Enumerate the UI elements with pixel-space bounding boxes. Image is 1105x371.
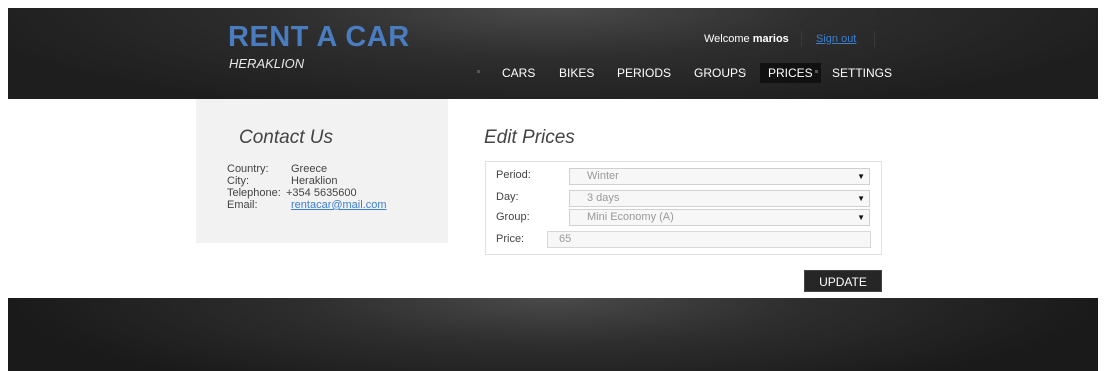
period-value: Winter bbox=[587, 170, 619, 182]
email-label: Email: bbox=[227, 199, 258, 211]
city-label: City: bbox=[227, 175, 249, 187]
nav-separator bbox=[815, 70, 818, 73]
header-divider bbox=[801, 31, 802, 47]
country-value: Greece bbox=[291, 163, 328, 175]
update-button[interactable]: UPDATE bbox=[804, 270, 882, 292]
footer-bar bbox=[8, 298, 1098, 371]
welcome-text: Welcome marios bbox=[704, 33, 789, 45]
day-select[interactable]: 3 days ▼ bbox=[569, 190, 870, 207]
brand-subtitle: HERAKLION bbox=[229, 56, 305, 71]
email-link[interactable]: rentacar@mail.com bbox=[291, 199, 387, 211]
price-value: 65 bbox=[559, 233, 572, 245]
nav-periods[interactable]: PERIODS bbox=[617, 63, 671, 83]
dropdown-arrow-icon: ▼ bbox=[857, 213, 865, 222]
city-value: Heraklion bbox=[291, 175, 338, 187]
signout-link[interactable]: Sign out bbox=[816, 33, 856, 45]
price-input[interactable]: 65 bbox=[547, 231, 871, 248]
group-label: Group: bbox=[496, 211, 530, 223]
header-bar bbox=[8, 8, 1098, 99]
nav-separator bbox=[743, 70, 746, 73]
day-label: Day: bbox=[496, 191, 519, 203]
nav-groups[interactable]: GROUPS bbox=[694, 63, 746, 83]
period-select[interactable]: Winter ▼ bbox=[569, 168, 870, 185]
contact-title: Contact Us bbox=[239, 127, 333, 148]
brand-title[interactable]: RENT A CAR bbox=[228, 22, 410, 52]
nav-bikes[interactable]: BIKES bbox=[559, 63, 594, 83]
group-select[interactable]: Mini Economy (A) ▼ bbox=[569, 209, 870, 226]
nav-cars[interactable]: CARS bbox=[502, 63, 535, 83]
nav-prices[interactable]: PRICES bbox=[760, 63, 821, 83]
telephone-label: Telephone: bbox=[227, 187, 281, 199]
country-label: Country: bbox=[227, 163, 269, 175]
price-label: Price: bbox=[496, 233, 525, 245]
nav-settings[interactable]: SETTINGS bbox=[832, 63, 892, 83]
header-divider bbox=[874, 31, 875, 47]
day-value: 3 days bbox=[587, 192, 620, 204]
dropdown-arrow-icon: ▼ bbox=[857, 194, 865, 203]
welcome-prefix: Welcome bbox=[704, 33, 750, 45]
page-title: Edit Prices bbox=[484, 127, 575, 148]
nav-separator bbox=[477, 70, 480, 73]
period-label: Period: bbox=[496, 169, 531, 181]
telephone-value: +354 5635600 bbox=[286, 187, 357, 199]
dropdown-arrow-icon: ▼ bbox=[857, 172, 865, 181]
username: marios bbox=[752, 33, 789, 45]
group-value: Mini Economy (A) bbox=[587, 211, 674, 223]
